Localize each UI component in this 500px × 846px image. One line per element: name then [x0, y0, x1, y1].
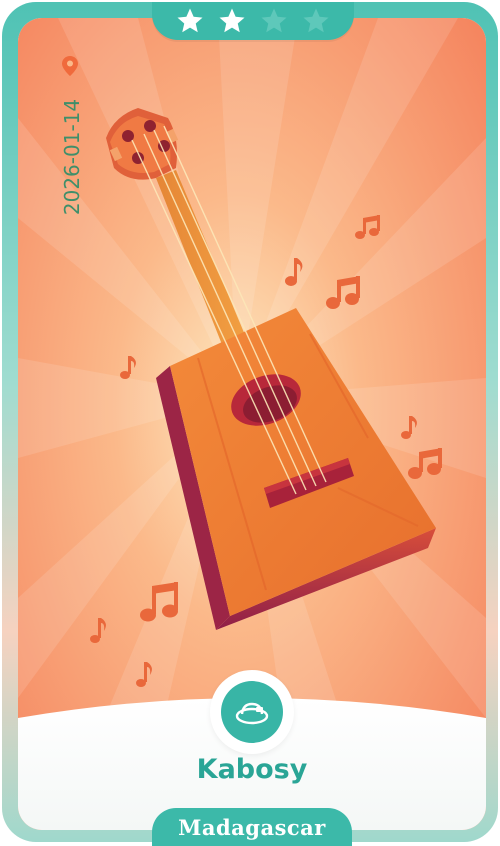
rarity-stars — [152, 2, 354, 40]
category-badge[interactable] — [210, 670, 294, 754]
badge-inner — [221, 681, 283, 743]
card-frame: 2026-01-14 Kabosy Madagascar — [2, 2, 498, 846]
star-icon — [261, 8, 287, 33]
item-name: Kabosy — [196, 754, 308, 785]
country-name: Madagascar — [178, 814, 326, 840]
country-banner: Madagascar — [152, 808, 352, 846]
star-icon — [303, 8, 329, 33]
star-icon — [177, 8, 203, 33]
location-pin-icon — [62, 56, 78, 76]
date-stamp: 2026-01-14 — [52, 98, 92, 216]
date-text: 2026-01-14 — [60, 98, 85, 216]
star-icon — [219, 8, 245, 33]
hat-badge-icon — [235, 702, 269, 725]
